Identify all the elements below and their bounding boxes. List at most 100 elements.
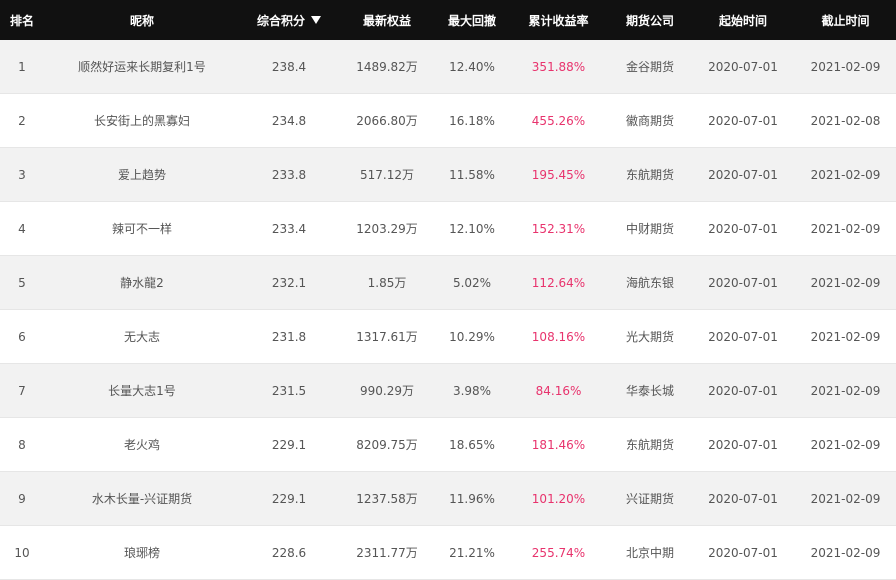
- cell-drawdown: 12.10%: [449, 221, 495, 236]
- cell-equity: 2311.77万: [356, 546, 418, 560]
- cell-broker: 华泰长城: [625, 384, 674, 398]
- cell-return: 108.16%: [531, 329, 586, 344]
- cell-start: 2020-07-01: [708, 491, 778, 506]
- cell-nickname: 琅琊榜: [123, 546, 160, 560]
- cell-rank: 1: [18, 59, 26, 74]
- cell-broker: 徽商期货: [625, 114, 674, 128]
- header-equity[interactable]: 最新权益: [338, 0, 436, 40]
- cell-return: 195.45%: [531, 167, 586, 182]
- cell-equity: 1237.58万: [356, 492, 418, 506]
- cell-score: 231.8: [271, 329, 307, 344]
- cell-nickname: 长安街上的黑寡妇: [93, 114, 190, 128]
- table-row[interactable]: 10 琅琊榜 228.6 2311.77万 21.21% 255.74% 北京中期 2020-…: [0, 526, 896, 580]
- cell-rank: 10: [14, 545, 30, 560]
- cell-drawdown: 18.65%: [449, 437, 495, 452]
- cell-nickname: 老火鸡: [123, 438, 160, 452]
- header-drawdown[interactable]: 最大回撤: [436, 0, 508, 40]
- cell-nickname: 爱上趋势: [117, 168, 166, 182]
- cell-end: 2021-02-09: [810, 545, 881, 560]
- cell-nickname: 水木长量-兴证期货: [91, 492, 193, 506]
- table-row[interactable]: 9 水木长量-兴证期货 229.1 1237.58万 11.96% 101.20% 兴证期货…: [0, 472, 896, 526]
- cell-broker: 北京中期: [625, 546, 674, 560]
- cell-score: 238.4: [271, 59, 307, 74]
- cell-return: 351.88%: [531, 59, 586, 74]
- header-score[interactable]: 综合积分: [240, 0, 338, 40]
- cell-rank: 2: [18, 113, 26, 128]
- cell-nickname: 辣可不一样: [111, 222, 172, 236]
- cell-equity: 1489.82万: [356, 60, 418, 74]
- cell-score: 231.5: [271, 383, 307, 398]
- cell-rank: 6: [18, 329, 26, 344]
- ranking-table: 排名 昵称 综合积分 最新权益 最大回撤 累计收益率 期货公司 起始时间 截止时…: [0, 0, 896, 580]
- cell-score: 229.1: [271, 437, 307, 452]
- cell-equity: 1317.61万: [356, 330, 418, 344]
- cell-end: 2021-02-08: [810, 113, 881, 128]
- table-row[interactable]: 7 长量大志1号 231.5 990.29万 3.98% 84.16% 华泰长城 2020-0…: [0, 364, 896, 418]
- cell-nickname: 长量大志1号: [108, 384, 176, 398]
- cell-equity: 1.85万: [367, 276, 407, 290]
- table-row[interactable]: 2 长安街上的黑寡妇 234.8 2066.80万 16.18% 455.26% 徽商期货 2…: [0, 94, 896, 148]
- cell-start: 2020-07-01: [708, 329, 778, 344]
- cell-score: 228.6: [271, 545, 307, 560]
- header-nickname[interactable]: 昵称: [44, 0, 240, 40]
- header-rank[interactable]: 排名: [0, 0, 44, 40]
- cell-drawdown: 21.21%: [449, 545, 495, 560]
- cell-broker: 东航期货: [625, 438, 674, 452]
- cell-drawdown: 12.40%: [449, 59, 495, 74]
- cell-drawdown: 16.18%: [449, 113, 495, 128]
- cell-return: 181.46%: [531, 437, 586, 452]
- cell-equity: 2066.80万: [356, 114, 418, 128]
- cell-end: 2021-02-09: [810, 167, 881, 182]
- table-row[interactable]: 3 爱上趋势 233.8 517.12万 11.58% 195.45% 东航期货 2020-0…: [0, 148, 896, 202]
- cell-end: 2021-02-09: [810, 221, 881, 236]
- cell-drawdown: 11.58%: [449, 167, 495, 182]
- cell-score: 233.4: [271, 221, 307, 236]
- table-row[interactable]: 8 老火鸡 229.1 8209.75万 18.65% 181.46% 东航期货 2020-0…: [0, 418, 896, 472]
- cell-rank: 7: [18, 383, 26, 398]
- sort-desc-icon[interactable]: [311, 16, 321, 24]
- cell-equity: 517.12万: [360, 168, 414, 182]
- cell-equity: 990.29万: [360, 384, 414, 398]
- header-broker[interactable]: 期货公司: [609, 0, 691, 40]
- cell-start: 2020-07-01: [708, 59, 778, 74]
- cell-equity: 8209.75万: [356, 438, 418, 452]
- cell-start: 2020-07-01: [708, 113, 778, 128]
- cell-broker: 光大期货: [625, 330, 674, 344]
- cell-drawdown: 10.29%: [449, 329, 495, 344]
- cell-end: 2021-02-09: [810, 491, 881, 506]
- header-start[interactable]: 起始时间: [691, 0, 795, 40]
- cell-rank: 3: [18, 167, 26, 182]
- cell-end: 2021-02-09: [810, 59, 881, 74]
- cell-score: 234.8: [271, 113, 307, 128]
- header-return[interactable]: 累计收益率: [508, 0, 609, 40]
- cell-return: 455.26%: [531, 113, 586, 128]
- table-row[interactable]: 6 无大志 231.8 1317.61万 10.29% 108.16% 光大期货 2020-0…: [0, 310, 896, 364]
- cell-start: 2020-07-01: [708, 221, 778, 236]
- cell-return: 112.64%: [531, 275, 586, 290]
- header-end[interactable]: 截止时间: [795, 0, 896, 40]
- cell-end: 2021-02-09: [810, 437, 881, 452]
- cell-start: 2020-07-01: [708, 167, 778, 182]
- cell-broker: 兴证期货: [625, 492, 674, 506]
- table-body: 1 顺然好运来长期复利1号 238.4 1489.82万 12.40% 351.88% 金谷…: [0, 40, 896, 580]
- header-score-label: 综合积分: [256, 13, 305, 28]
- cell-start: 2020-07-01: [708, 545, 778, 560]
- cell-rank: 9: [18, 491, 26, 506]
- cell-rank: 5: [18, 275, 26, 290]
- cell-drawdown: 11.96%: [449, 491, 495, 506]
- table-row[interactable]: 1 顺然好运来长期复利1号 238.4 1489.82万 12.40% 351.88% 金谷…: [0, 40, 896, 94]
- cell-equity: 1203.29万: [356, 222, 418, 236]
- table-row[interactable]: 5 静水龍2 232.1 1.85万 5.02% 112.64% 海航东银 2020-07-0…: [0, 256, 896, 310]
- cell-end: 2021-02-09: [810, 329, 881, 344]
- cell-drawdown: 3.98%: [452, 383, 492, 398]
- table-row[interactable]: 4 辣可不一样 233.4 1203.29万 12.10% 152.31% 中财期货 2020…: [0, 202, 896, 256]
- cell-score: 233.8: [271, 167, 307, 182]
- cell-score: 229.1: [271, 491, 307, 506]
- cell-return: 152.31%: [531, 221, 586, 236]
- cell-broker: 中财期货: [625, 222, 674, 236]
- cell-nickname: 无大志: [123, 330, 160, 344]
- cell-score: 232.1: [271, 275, 307, 290]
- cell-end: 2021-02-09: [810, 383, 881, 398]
- cell-start: 2020-07-01: [708, 437, 778, 452]
- table-header: 排名 昵称 综合积分 最新权益 最大回撤 累计收益率 期货公司 起始时间 截止时…: [0, 0, 896, 40]
